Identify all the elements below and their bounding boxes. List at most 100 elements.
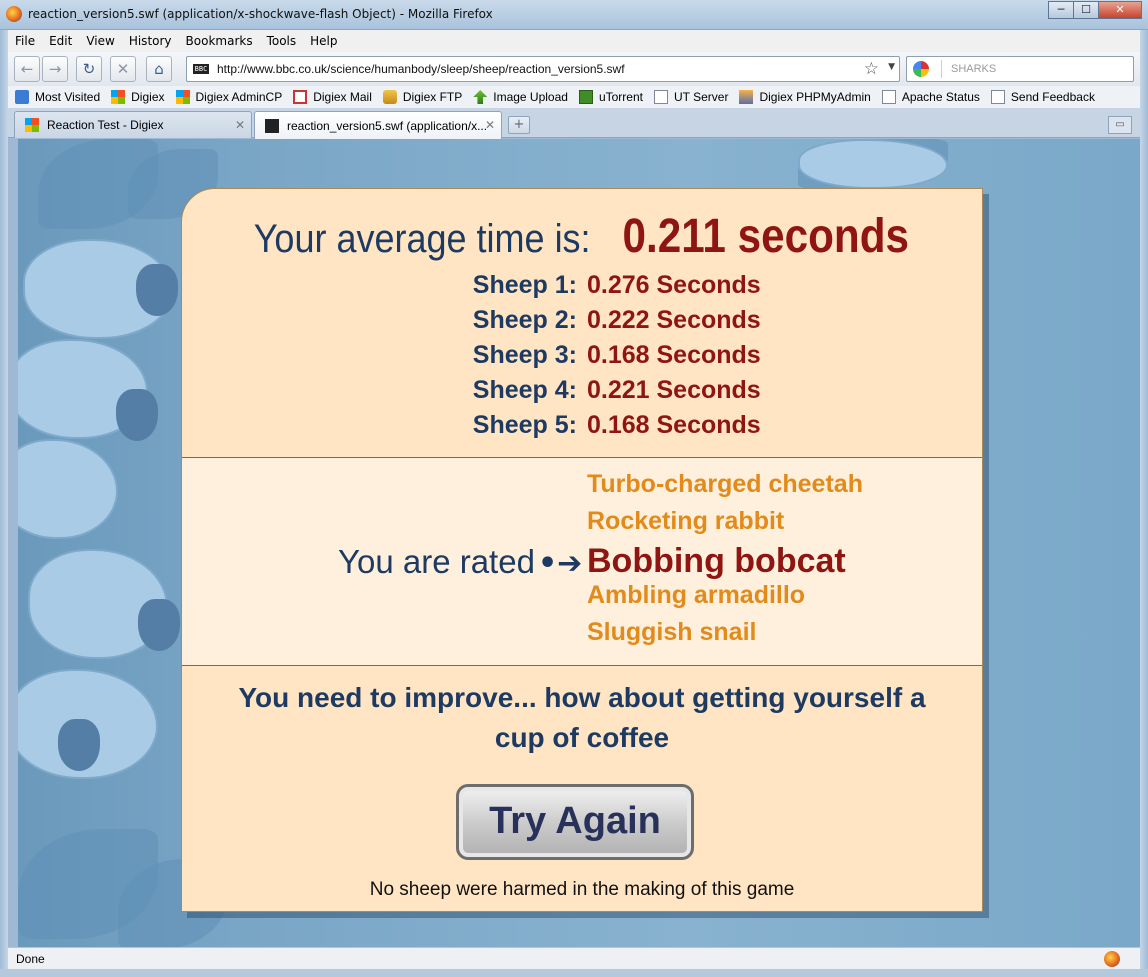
sheep-value: 0.222 Seconds	[587, 306, 761, 334]
window-title: reaction_version5.swf (application/x-sho…	[28, 7, 493, 21]
new-tab-icon[interactable]: +	[508, 116, 530, 134]
google-search-icon[interactable]	[913, 61, 929, 77]
window-frame-bottom	[0, 969, 1148, 977]
bbc-icon	[265, 118, 279, 133]
try-again-button[interactable]: Try Again	[456, 784, 694, 860]
firefox-status-icon	[1104, 951, 1120, 967]
back-icon[interactable]: ←	[14, 56, 40, 82]
tab-bar: Reaction Test - Digiex ✕ reaction_versio…	[8, 108, 1140, 139]
menu-edit[interactable]: Edit	[42, 34, 79, 48]
search-input[interactable]: SHARKS	[951, 63, 996, 75]
tab-reaction-test[interactable]: Reaction Test - Digiex ✕	[14, 111, 252, 138]
bookmark-image-upload[interactable]: Image Upload	[473, 90, 568, 104]
bookmark-utorrent[interactable]: uTorrent	[578, 90, 643, 104]
sheep-value: 0.168 Seconds	[587, 411, 761, 439]
sheep-head-decoration	[116, 389, 158, 441]
bookmark-digiex-ftp[interactable]: Digiex FTP	[382, 90, 462, 104]
times-section: Your average time is: 0.211 seconds Shee…	[182, 189, 982, 457]
bookmark-digiex-phpmyadmin[interactable]: Digiex PHPMyAdmin	[739, 90, 871, 104]
window-frame-left	[0, 30, 8, 977]
url-bar[interactable]: BBC http://www.bbc.co.uk/science/humanbo…	[186, 56, 900, 82]
average-value: 0.211 seconds	[622, 210, 910, 263]
url-dropdown-icon[interactable]: ▼	[888, 62, 895, 72]
tab-label: reaction_version5.swf (application/x...	[287, 118, 488, 133]
sheep-head-decoration	[136, 264, 178, 316]
reload-icon[interactable]: ↻	[76, 56, 102, 82]
menu-history[interactable]: History	[122, 34, 179, 48]
stop-icon[interactable]: ✕	[110, 56, 136, 82]
rank-option: Rocketing rabbit	[587, 507, 785, 535]
search-separator	[941, 60, 942, 78]
menu-file[interactable]: File	[8, 34, 42, 48]
sheep-time-row: Sheep 4: 0.221 Seconds	[182, 376, 982, 408]
close-tab-icon[interactable]: ✕	[235, 118, 245, 132]
rank-option: Turbo-charged cheetah	[587, 470, 863, 498]
home-icon[interactable]: ⌂	[146, 56, 172, 82]
window-controls: ─ ☐ ✕	[1048, 1, 1142, 19]
advice-text: You need to improve... how about getting…	[238, 682, 926, 753]
rating-section: You are rated •➔ Turbo-charged cheetah R…	[182, 457, 982, 666]
forward-icon[interactable]: →	[42, 56, 68, 82]
navigation-toolbar: ← → ↻ ✕ ⌂ BBC http://www.bbc.co.uk/scien…	[8, 52, 1140, 86]
sheep-value: 0.168 Seconds	[587, 341, 761, 369]
phpmyadmin-icon	[739, 90, 754, 104]
firefox-icon	[6, 6, 22, 22]
sheep-value: 0.221 Seconds	[587, 376, 761, 404]
arrow-right-icon: •➔	[538, 546, 583, 581]
list-all-tabs-icon[interactable]: ▭	[1108, 116, 1132, 134]
current-rank: Bobbing bobcat	[587, 542, 846, 580]
footer-text: No sheep were harmed in the making of th…	[369, 879, 795, 900]
page-icon	[653, 90, 668, 104]
digiex-icon	[111, 90, 126, 104]
rated-label: You are rated	[338, 543, 535, 580]
menu-help[interactable]: Help	[303, 34, 344, 48]
sheep-head-decoration	[138, 599, 180, 651]
rank-option: Sluggish snail	[587, 618, 757, 646]
sheep-label: Sheep 2:	[472, 306, 577, 334]
bookmark-ut-server[interactable]: UT Server	[653, 90, 728, 104]
average-label: Your average time is:	[254, 217, 591, 261]
sheep-label: Sheep 4:	[472, 376, 577, 404]
bookmark-apache-status[interactable]: Apache Status	[881, 90, 980, 104]
gmail-icon	[293, 90, 308, 104]
bookmark-star-icon[interactable]: ☆	[864, 59, 879, 79]
url-text[interactable]: http://www.bbc.co.uk/science/humanbody/s…	[217, 62, 625, 76]
utorrent-icon	[578, 90, 593, 104]
bookmark-digiex[interactable]: Digiex	[111, 90, 165, 104]
sheep-head-decoration	[58, 719, 100, 771]
bookmarks-toolbar: Most Visited Digiex Digiex AdminCP Digie…	[8, 86, 1140, 108]
digiex-icon	[175, 90, 190, 104]
menu-view[interactable]: View	[79, 34, 121, 48]
bookmark-digiex-admincp[interactable]: Digiex AdminCP	[175, 90, 282, 104]
close-tab-icon[interactable]: ✕	[485, 118, 495, 132]
close-button[interactable]: ✕	[1098, 1, 1142, 19]
rank-option: Ambling armadillo	[587, 581, 806, 609]
sheep-label: Sheep 1:	[472, 271, 577, 299]
sheep-time-row: Sheep 2: 0.222 Seconds	[182, 306, 982, 338]
advice-section: You need to improve... how about getting…	[182, 666, 982, 912]
menu-bookmarks[interactable]: Bookmarks	[179, 34, 260, 48]
bookmark-most-visited[interactable]: Most Visited	[15, 90, 100, 104]
sheep-label: Sheep 3:	[472, 341, 577, 369]
average-time: Your average time is: 0.211 seconds	[182, 209, 982, 264]
search-bar[interactable]: SHARKS	[906, 56, 1134, 82]
bookmark-digiex-mail[interactable]: Digiex Mail	[293, 90, 372, 104]
digiex-icon	[25, 118, 39, 132]
maximize-button[interactable]: ☐	[1073, 1, 1099, 19]
sheep-time-row: Sheep 5: 0.168 Seconds	[182, 411, 982, 443]
sheep-decoration	[18, 439, 118, 539]
page-icon	[881, 90, 896, 104]
window-frame-right	[1140, 30, 1148, 977]
bookmark-send-feedback[interactable]: Send Feedback	[990, 90, 1095, 104]
minimize-button[interactable]: ─	[1048, 1, 1074, 19]
sheep-label: Sheep 5:	[472, 411, 577, 439]
results-panel: Your average time is: 0.211 seconds Shee…	[181, 188, 983, 912]
tab-reaction-swf[interactable]: reaction_version5.swf (application/x... …	[254, 111, 502, 139]
menu-tools[interactable]: Tools	[260, 34, 304, 48]
menu-bar: File Edit View History Bookmarks Tools H…	[8, 30, 1140, 52]
flash-game[interactable]: Your average time is: 0.211 seconds Shee…	[18, 139, 1140, 947]
sheep-decoration	[798, 139, 948, 189]
sheep-value: 0.276 Seconds	[587, 271, 761, 299]
site-favicon-icon: BBC	[193, 64, 209, 74]
upload-icon	[473, 90, 488, 104]
